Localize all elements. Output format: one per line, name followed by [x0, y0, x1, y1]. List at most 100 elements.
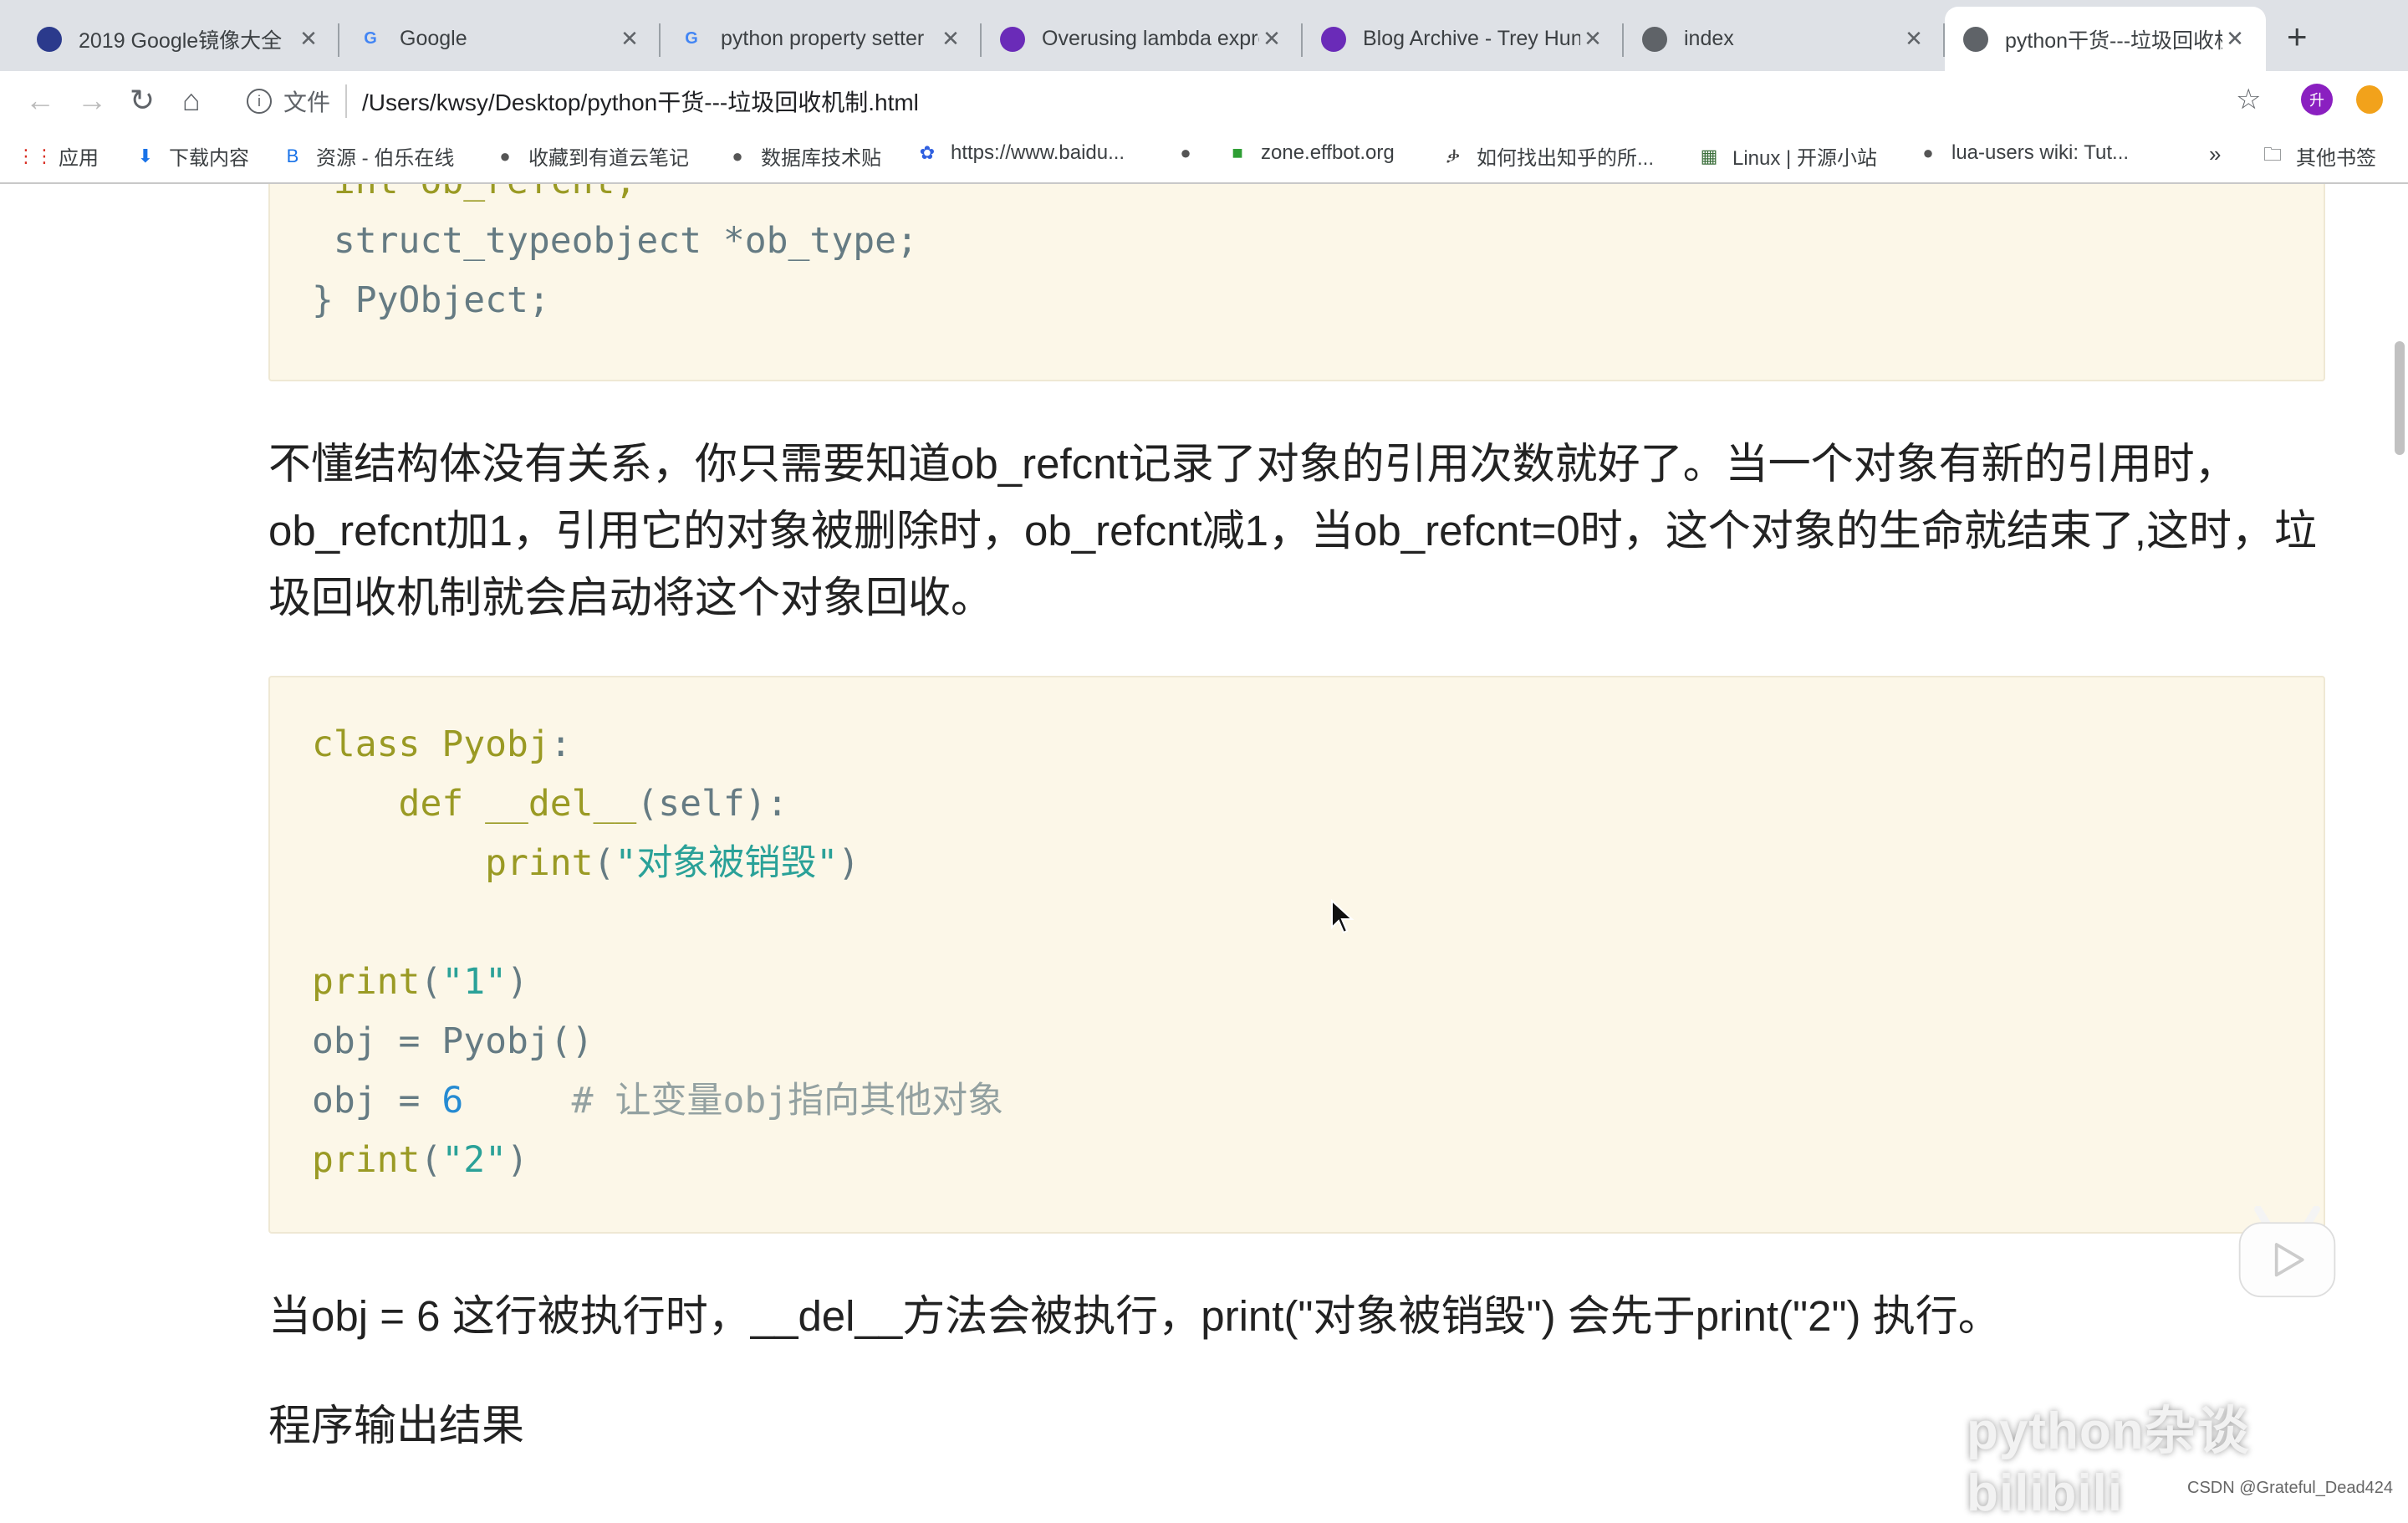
bookmark-label: zone.effbot.org — [1261, 141, 1395, 164]
tab-2[interactable]: G Google ✕ — [339, 7, 661, 71]
bookmark-label: 资源 - 伯乐在线 — [316, 147, 455, 170]
paragraph-refcount: 不懂结构体没有关系，你只需要知道ob_refcnt记录了对象的引用次数就好了。当… — [268, 440, 2317, 621]
scrollbar-thumb[interactable] — [2395, 341, 2405, 455]
code-token-keyword: print — [312, 842, 594, 884]
more-bookmarks-button[interactable]: » — [2209, 141, 2221, 167]
tab-title: Overusing lambda expressions — [1042, 27, 1259, 50]
bookmark-globe[interactable]: ⬇ 下载内容 — [134, 141, 249, 171]
code-token-string: "1" — [441, 961, 508, 1003]
baidu-paw-icon: ✿ — [919, 142, 936, 163]
bookmark-globe[interactable]: ● 收藏到有道云笔记 — [493, 141, 689, 171]
bookmark-label: 数据库技术贴 — [761, 147, 881, 170]
url-text[interactable]: /Users/kwsy/Desktop/python干货---垃圾回收机制.ht… — [362, 84, 919, 118]
close-tab-icon[interactable]: ✕ — [2222, 26, 2247, 52]
bookmark-zone-effbot-org[interactable]: ■ zone.effbot.org — [1226, 141, 1395, 165]
close-tab-icon[interactable]: ✕ — [1580, 26, 1605, 52]
bookmark-label: https://www.baidu... — [951, 141, 1125, 164]
tab-1[interactable]: 2019 Google镜像大全 ✕ — [18, 7, 339, 71]
close-tab-icon[interactable]: ✕ — [1901, 26, 1926, 52]
google-icon: G — [685, 29, 698, 48]
close-tab-icon[interactable]: ✕ — [296, 26, 321, 52]
tab-3[interactable]: Gpython property setter ✕ — [661, 7, 982, 71]
code-token-string: "2" — [441, 1139, 508, 1181]
tab-7[interactable]: python干货---垃圾回收机制✕ — [1945, 7, 2266, 71]
bookmark-label: 应用 — [59, 147, 99, 170]
code-token-plain: ( — [420, 961, 442, 1003]
tab-5[interactable]: Blog Archive - Trey Hunner✕ — [1303, 7, 1624, 71]
code-token-string: "对象被销毁" — [615, 842, 839, 884]
bole-icon: B — [286, 145, 299, 166]
code-line: def __del__(self): — [312, 774, 788, 833]
close-tab-icon[interactable]: ✕ — [938, 26, 963, 52]
new-tab-button[interactable]: + — [2287, 17, 2308, 57]
mouse-cursor-icon — [1331, 899, 1354, 934]
code-token-number: 6 — [441, 1080, 464, 1122]
feather-icon — [37, 26, 62, 52]
code-line: obj = Pyobj() — [312, 1012, 594, 1071]
back-arrow-icon[interactable]: ← — [25, 83, 55, 118]
code-token-plain: ) — [507, 1139, 528, 1181]
info-icon[interactable]: i — [247, 89, 272, 114]
bookmark-globe[interactable]: ቃ 如何找出知乎的所... — [1441, 141, 1654, 171]
bookmark-lua-users-wiki-tut[interactable]: ● lua-users wiki: Tut... — [1916, 141, 2129, 165]
bookmark-globe[interactable]: ⋮⋮ 应用 — [17, 141, 99, 171]
address-bar[interactable]: i 文件 /Users/kwsy/Desktop/python干货---垃圾回收… — [247, 83, 919, 120]
download-icon: ⬇ — [137, 145, 154, 166]
code-line: obj = 6 # 让变量obj指向其他对象 — [312, 1071, 1003, 1130]
code-token-plain: ( — [420, 1139, 442, 1181]
code-token-plain: obj = Pyobj() — [312, 1020, 594, 1062]
globe-icon — [1642, 26, 1667, 52]
code-line: } PyObject; — [312, 271, 550, 330]
code-token-plain: ) — [838, 842, 860, 884]
close-tab-icon[interactable]: ✕ — [1259, 26, 1284, 52]
code-token-keyword: def __del__ — [312, 783, 637, 825]
home-icon[interactable]: ⌂ — [182, 83, 201, 118]
globe-icon: ● — [1922, 142, 1934, 163]
code-line: class Pyobj: — [312, 715, 572, 774]
bookmark-globe[interactable]: B 资源 - 伯乐在线 — [281, 141, 455, 171]
code-line: print("对象被销毁") — [312, 834, 860, 892]
other-bookmarks-label: 其他书签 — [2296, 147, 2376, 170]
tab-6[interactable]: index ✕ — [1624, 7, 1945, 71]
code-token-keyword: print — [312, 1139, 421, 1181]
google-icon: G — [364, 29, 377, 48]
code-token-plain: } PyObject; — [312, 279, 550, 321]
code-line: int ob_refcnt; — [312, 184, 636, 211]
reload-icon[interactable]: ↻ — [130, 83, 155, 118]
code-token-plain: ( — [593, 842, 615, 884]
code-token-comment: # 让变量obj指向其他对象 — [463, 1080, 1004, 1122]
forward-arrow-icon[interactable]: → — [77, 83, 107, 118]
bookmark-linux[interactable]: ▦ Linux | 开源小站 — [1697, 141, 1877, 171]
code-token-plain: : — [549, 723, 572, 765]
bookmark-star-icon[interactable]: ☆ — [2236, 83, 2261, 116]
bookmark-globe[interactable]: ● 数据库技术贴 — [726, 141, 881, 171]
bilibili-tv-icon — [2238, 1206, 2336, 1298]
bookmark-globe[interactable]: ● — [1174, 141, 1209, 165]
extension-icon[interactable] — [2356, 85, 2383, 114]
treyhunner-icon — [1000, 26, 1025, 52]
code-token-plain: (self): — [636, 783, 788, 825]
other-bookmarks-folder[interactable]: 🗀 其他书签 — [2261, 141, 2376, 171]
apps-grid-icon: ⋮⋮ — [17, 145, 54, 166]
globe-icon: ● — [732, 145, 743, 166]
code-token-keyword: class Pyobj — [312, 723, 550, 765]
zhihu-icon: ቃ — [1446, 145, 1461, 166]
code-token-plain: obj = — [312, 1080, 442, 1122]
profile-avatar[interactable]: 升 — [2301, 84, 2333, 115]
linux-site-icon: ▦ — [1700, 145, 1718, 166]
code-line: print("2") — [312, 1131, 528, 1189]
bookmark-label: lua-users wiki: Tut... — [1951, 141, 2130, 164]
globe-icon: ● — [499, 145, 511, 166]
code-token-keyword: int ob_refcnt; — [312, 184, 636, 202]
csdn-watermark: CSDN @Grateful_Dead424 — [2187, 1479, 2393, 1497]
paragraph-del-explanation: 当obj = 6 这行被执行时，__del__方法会被执行，print("对象被… — [268, 1292, 2001, 1340]
bookmark-label: 如何找出知乎的所... — [1477, 147, 1655, 170]
code-block-pyobject: int ob_refcnt; struct_typeobject *ob_typ… — [268, 184, 2325, 381]
close-tab-icon[interactable]: ✕ — [617, 26, 642, 52]
tab-title: index — [1684, 27, 1734, 50]
bookmark-https-www-baidu[interactable]: ✿ https://www.baidu... — [916, 141, 1125, 165]
tab-4[interactable]: Overusing lambda expressions✕ — [982, 7, 1303, 71]
tab-title: python property setter — [721, 27, 925, 50]
folder-icon: 🗀 — [2263, 143, 2282, 165]
code-block-pyobj-example: class Pyobj: def __del__(self): print("对… — [268, 676, 2325, 1234]
